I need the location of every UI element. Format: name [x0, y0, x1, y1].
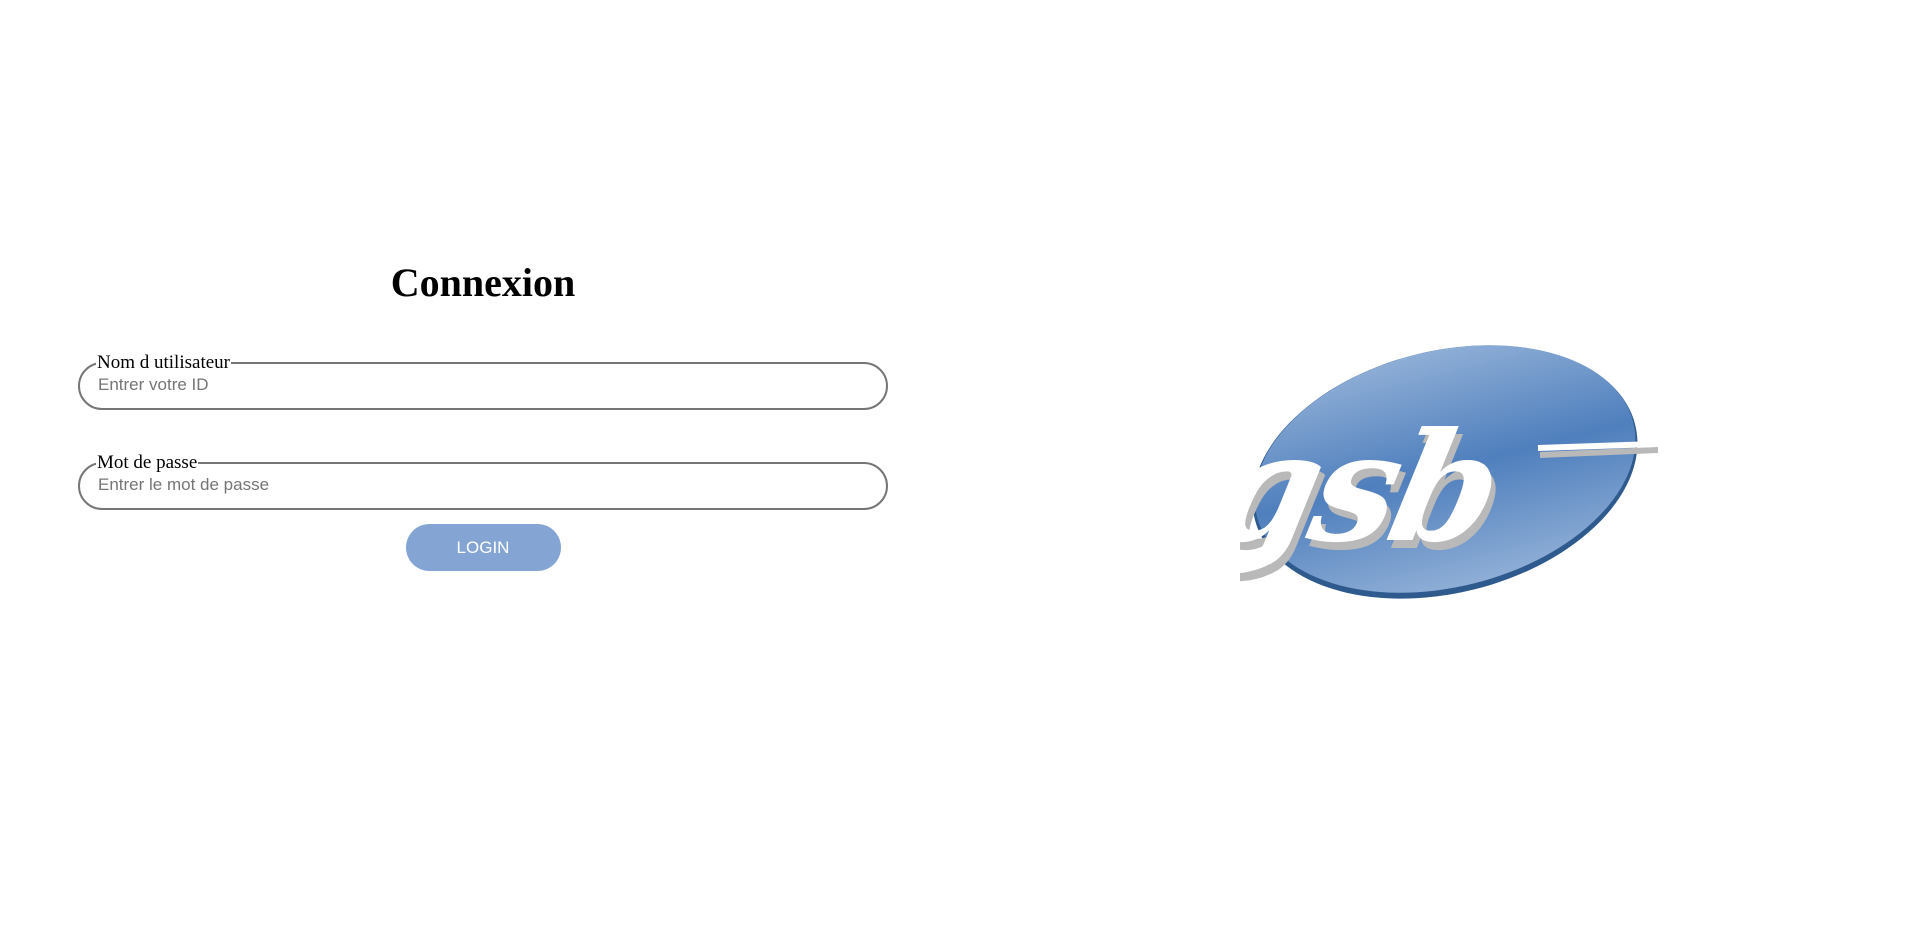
login-page: Connexion Nom d utilisateur Mot de passe…	[0, 0, 1918, 925]
password-input[interactable]	[98, 470, 868, 500]
password-fieldset: Mot de passe	[78, 453, 888, 510]
gsb-logo-icon: gsb gsb	[1198, 345, 1659, 599]
username-input[interactable]	[98, 370, 868, 400]
page-title: Connexion	[390, 260, 576, 305]
login-button[interactable]: LOGIN	[405, 524, 561, 571]
gsb-logo: gsb gsb	[1198, 340, 1660, 605]
button-row: LOGIN	[78, 524, 888, 571]
svg-text:gsb: gsb	[1240, 400, 1512, 576]
username-fieldset: Nom d utilisateur	[78, 353, 888, 410]
login-form: Connexion Nom d utilisateur Mot de passe…	[78, 258, 888, 571]
